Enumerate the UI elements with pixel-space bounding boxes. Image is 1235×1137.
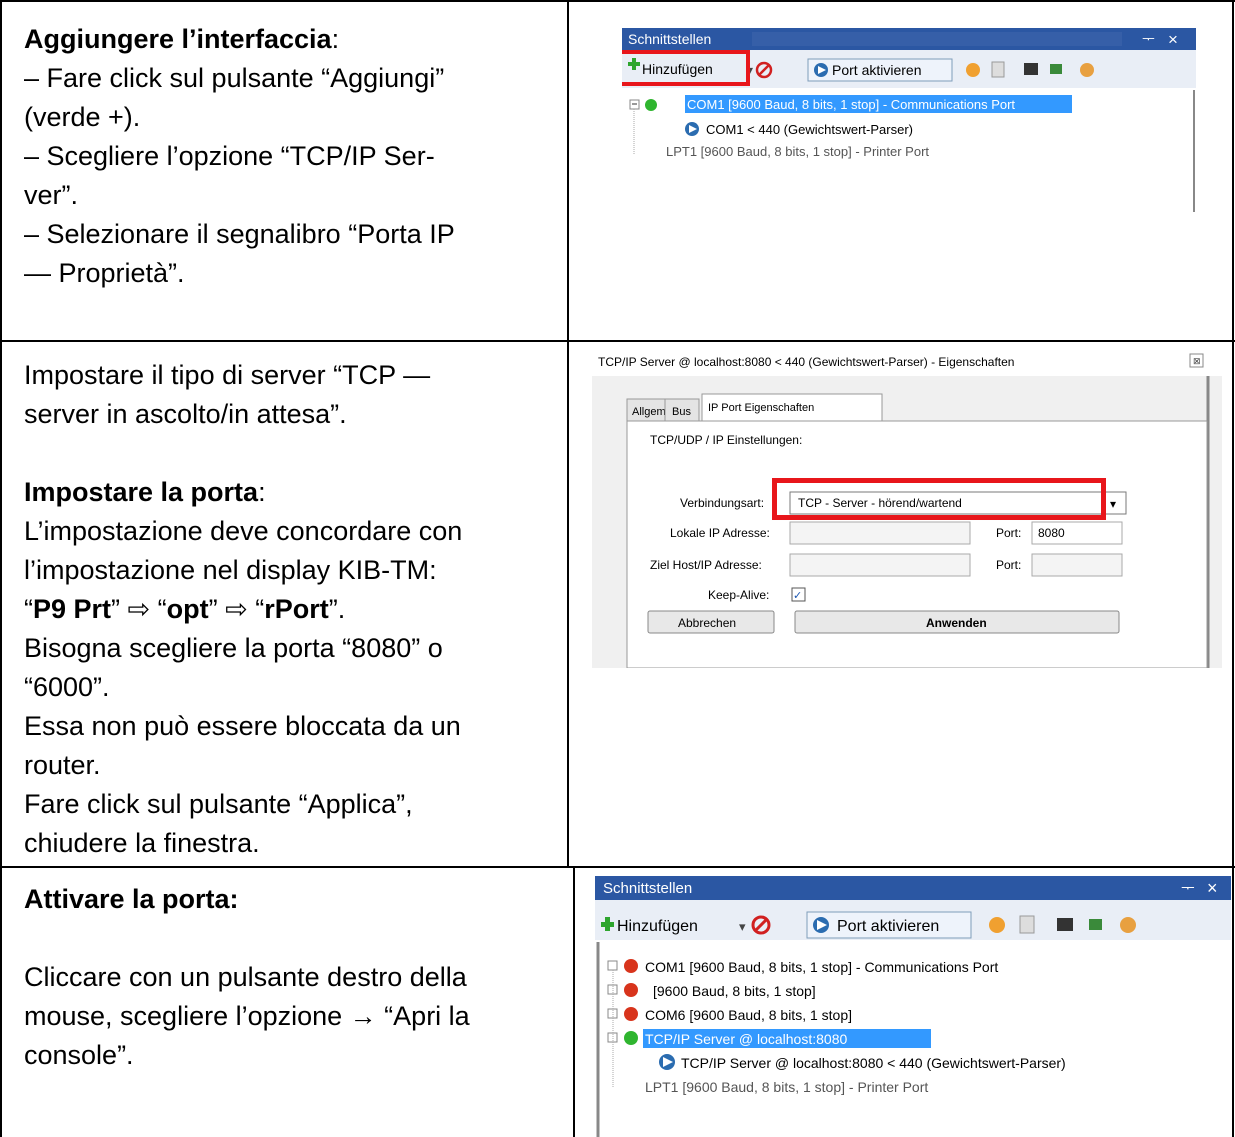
panel-title: Schnittstellen <box>603 880 692 897</box>
add-button-highlight <box>622 50 750 86</box>
svg-text:Hinzufügen: Hinzufügen <box>617 918 698 935</box>
svg-text:Port:: Port: <box>996 526 1021 540</box>
row3-text: Attivare la porta: Cliccare con un pulsa… <box>24 880 554 1075</box>
status-green-icon <box>645 99 657 111</box>
svg-text:Ziel Host/IP Adresse:: Ziel Host/IP Adresse: <box>650 558 762 572</box>
svg-text:Verbindungsart:: Verbindungsart: <box>680 496 764 510</box>
svg-text:✓: ✓ <box>793 590 802 602</box>
row3-line: console”. <box>24 1040 134 1070</box>
svg-text:Keep-Alive:: Keep-Alive: <box>708 588 769 602</box>
dialog-title: TCP/IP Server @ localhost:8080 < 440 (Ge… <box>598 355 1014 369</box>
row2-line: Bisogna scegliere la porta “8080” o <box>24 633 443 663</box>
console-icon <box>1024 63 1038 75</box>
document-icon <box>1019 915 1035 934</box>
row1-line: ver”. <box>24 180 78 210</box>
svg-text:Port:: Port: <box>996 558 1021 572</box>
tree-item: [9600 Baud, 8 bits, 1 stop] <box>653 983 816 999</box>
tree-item: COM1 < 440 (Gewichtswert-Parser) <box>706 122 913 137</box>
lifebuoy-icon <box>966 63 980 77</box>
svg-text:8080: 8080 <box>1038 526 1065 540</box>
tree-row-tcp-server: TCP/IP Server @ localhost:8080 <box>607 1029 931 1048</box>
row2-line: Fare click sul pulsante “Applica”, <box>24 789 413 819</box>
table-border-top <box>0 0 1235 2</box>
row2-line: chiudere la finestra. <box>24 828 260 858</box>
pin-icon[interactable]: ᅮ <box>1142 31 1155 47</box>
tree-row-tcp-parser: TCP/IP Server @ localhost:8080 < 440 (Ge… <box>659 1054 1066 1071</box>
document-icon <box>991 61 1005 78</box>
clock-icon <box>1120 917 1136 933</box>
row2-line: L’impostazione deve concordare con <box>24 516 463 546</box>
svg-text:Port aktivieren: Port aktivieren <box>832 62 921 78</box>
row1-line: (verde +). <box>24 102 141 132</box>
row3-line: Cliccare con un pulsante destro della <box>24 962 467 992</box>
row1-line: – Selezionare il segnalibro “Porta IP <box>24 219 455 249</box>
row1-line: — Proprietà”. <box>24 258 185 288</box>
row1-heading: Aggiungere l’interfaccia <box>24 24 332 54</box>
export-icon <box>1089 919 1102 930</box>
tree-item: COM1 [9600 Baud, 8 bits, 1 stop] - Commu… <box>687 97 1015 112</box>
svg-text:Abbrechen: Abbrechen <box>678 616 736 630</box>
group-label: TCP/UDP / IP Einstellungen: <box>650 433 802 447</box>
lifebuoy-icon <box>989 917 1005 933</box>
tree-row-lpt1: LPT1 [9600 Baud, 8 bits, 1 stop] - Print… <box>645 1079 928 1095</box>
row1-text: Aggiungere l’interfaccia: – Fare click s… <box>24 20 554 293</box>
row2-heading: Impostare la porta <box>24 477 259 507</box>
clock-icon <box>1080 63 1094 77</box>
tab-bus[interactable]: Bus <box>672 406 691 418</box>
row2-line: “6000”. <box>24 672 110 702</box>
tree-item: COM6 [9600 Baud, 8 bits, 1 stop] <box>645 1007 852 1023</box>
tree-item: TCP/IP Server @ localhost:8080 < 440 (Ge… <box>681 1055 1066 1071</box>
row2-line: l’impostazione nel display KIB-TM: <box>24 555 437 585</box>
table-border-row2 <box>0 866 1235 868</box>
target-port-input[interactable] <box>1031 553 1123 577</box>
connection-type-highlight <box>772 478 1106 520</box>
export-icon <box>1050 64 1062 74</box>
pin-icon[interactable]: ᅮ <box>1181 880 1195 897</box>
target-host-input[interactable] <box>789 553 971 577</box>
row2-intro: server in ascolto/in attesa”. <box>24 399 347 429</box>
close-icon[interactable]: × <box>1168 30 1178 49</box>
tab-ip-port[interactable]: IP Port Eigenschaften <box>708 402 814 414</box>
tree-item: COM1 [9600 Baud, 8 bits, 1 stop] - Commu… <box>645 959 998 975</box>
table-border-mid-bottom <box>573 866 575 1137</box>
dropdown-arrow-icon: ▾ <box>739 919 746 934</box>
tree-row-com6: COM6 [9600 Baud, 8 bits, 1 stop] <box>607 1007 852 1023</box>
tree-item: TCP/IP Server @ localhost:8080 <box>645 1031 847 1047</box>
row2-text: Impostare il tipo di server “TCP — serve… <box>24 356 554 863</box>
table-border-mid-top <box>567 0 569 868</box>
svg-text:Lokale IP Adresse:: Lokale IP Adresse: <box>670 526 770 540</box>
tree-item: LPT1 [9600 Baud, 8 bits, 1 stop] - Print… <box>666 144 929 159</box>
row3-heading: Attivare la porta: <box>24 884 239 914</box>
table-border-left <box>0 0 2 1137</box>
svg-text:Anwenden: Anwenden <box>926 616 987 630</box>
tree-item: LPT1 [9600 Baud, 8 bits, 1 stop] - Print… <box>645 1079 928 1095</box>
console-icon <box>1057 918 1073 931</box>
row2-intro: Impostare il tipo di server “TCP — <box>24 360 431 390</box>
close-icon[interactable]: × <box>1207 878 1218 898</box>
local-ip-input[interactable] <box>789 521 971 545</box>
row1-line: – Scegliere l’opzione “TCP/IP Ser- <box>24 141 435 171</box>
panel-title: Schnittstellen <box>628 31 711 47</box>
svg-text:Port aktivieren: Port aktivieren <box>837 918 939 935</box>
table-border-right <box>1232 0 1234 1137</box>
properties-dialog-screenshot: TCP/IP Server @ localhost:8080 < 440 (Ge… <box>592 348 1222 668</box>
row2-line: router. <box>24 750 101 780</box>
interfaces-panel-screenshot: Schnittstellen ᅮ × Hinzufügen ▾ Port akt… <box>622 28 1196 212</box>
svg-text:⊠: ⊠ <box>1193 356 1201 366</box>
table-border-row1 <box>0 340 1235 342</box>
row1-line: – Fare click sul pulsante “Aggiungi” <box>24 63 445 93</box>
interfaces-panel-active-screenshot: Schnittstellen ᅮ × Hinzufügen ▾ Port akt… <box>595 876 1231 1137</box>
tree-row-com1: COM1 [9600 Baud, 8 bits, 1 stop] - Commu… <box>607 959 998 975</box>
row3-line: mouse, scegliere l’opzione → “Apri la <box>24 1001 470 1031</box>
row2-menu-path: “P9 Prt” ⇨ “opt” ⇨ “rPort”. <box>24 594 346 624</box>
row2-line: Essa non può essere bloccata da un <box>24 711 461 741</box>
svg-text:▾: ▾ <box>1110 497 1116 511</box>
